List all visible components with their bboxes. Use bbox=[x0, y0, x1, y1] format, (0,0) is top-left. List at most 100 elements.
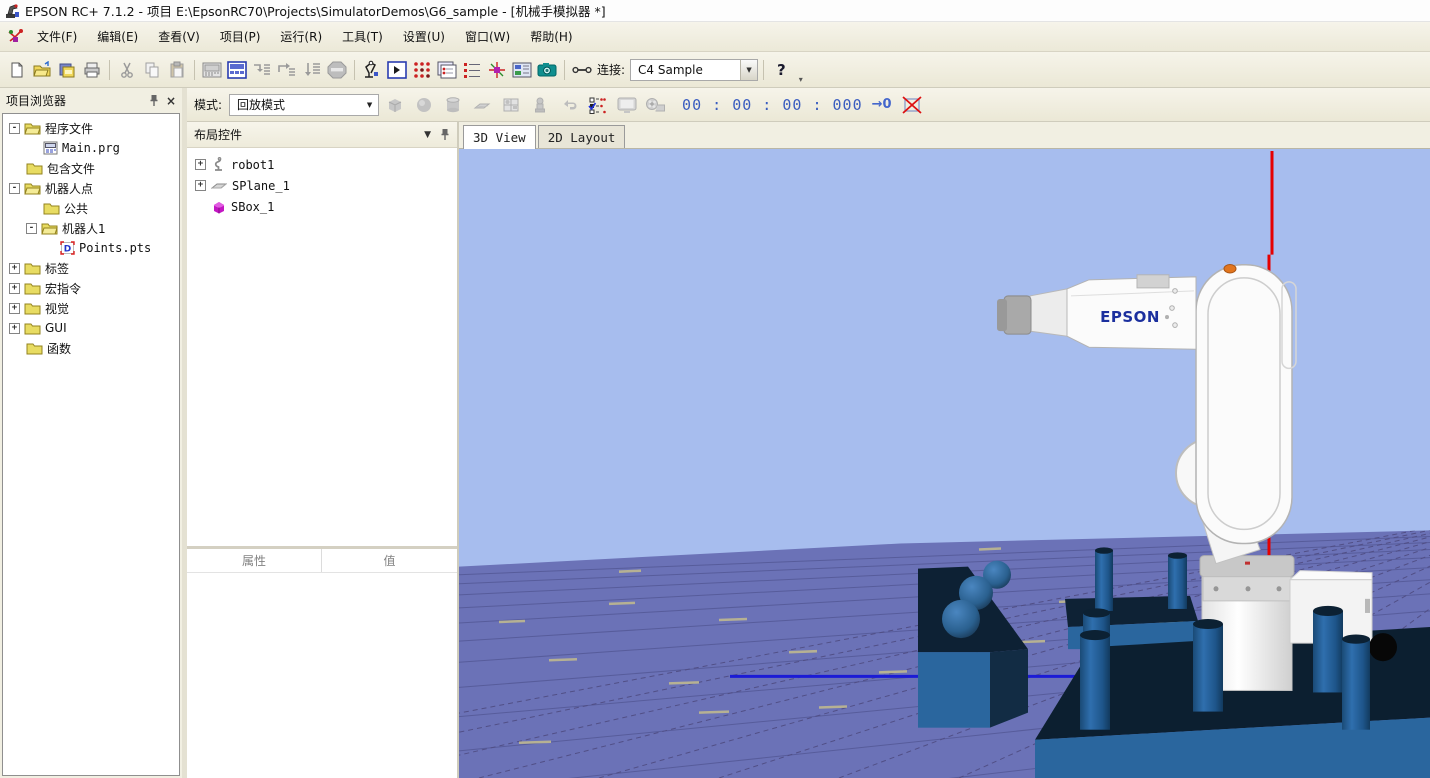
record-video-icon[interactable] bbox=[643, 93, 669, 117]
close-icon[interactable]: × bbox=[166, 94, 176, 108]
step-into-icon[interactable] bbox=[250, 58, 274, 82]
expander-icon[interactable]: - bbox=[9, 183, 20, 194]
black-sphere[interactable] bbox=[1369, 633, 1397, 661]
expander-icon[interactable]: - bbox=[9, 123, 20, 134]
add-sphere-icon[interactable] bbox=[411, 93, 437, 117]
camera-viewer-icon[interactable] bbox=[535, 58, 559, 82]
copy-icon[interactable] bbox=[140, 58, 164, 82]
collision-list-icon[interactable] bbox=[585, 93, 611, 117]
tree-item-functions[interactable]: 函数 bbox=[3, 338, 179, 358]
project-folders-icon[interactable] bbox=[55, 58, 79, 82]
expander-icon[interactable]: + bbox=[195, 159, 206, 170]
tree-item-common[interactable]: 公共 bbox=[3, 198, 179, 218]
open-project-icon[interactable] bbox=[30, 58, 54, 82]
connection-combobox[interactable]: C4 Sample ▼ bbox=[630, 59, 758, 81]
value-column-header: 值 bbox=[322, 549, 457, 572]
status-led bbox=[1224, 265, 1236, 273]
project-tree[interactable]: - 程序文件 Main.prg 包含文件 - 机器人点 公共 bbox=[2, 113, 180, 776]
tree-item-labels[interactable]: + 标签 bbox=[3, 258, 179, 278]
tree-item-points-pts[interactable]: D Points.pts bbox=[3, 238, 179, 258]
add-hand-icon[interactable] bbox=[527, 93, 553, 117]
connect-plug-icon bbox=[570, 58, 594, 82]
tree-item-gui[interactable]: + GUI bbox=[3, 318, 179, 338]
toolbar-separator bbox=[109, 60, 110, 80]
add-box-icon[interactable] bbox=[382, 93, 408, 117]
chevron-down-icon[interactable]: ▼ bbox=[361, 95, 378, 115]
print-icon[interactable] bbox=[80, 58, 104, 82]
menu-view[interactable]: 查看(V) bbox=[148, 23, 210, 50]
simulation-time: 00 : 00 : 00 : 000 bbox=[682, 96, 863, 114]
lcd-panel-icon[interactable] bbox=[225, 58, 249, 82]
tree-item-vision[interactable]: + 视觉 bbox=[3, 298, 179, 318]
toolbar-separator bbox=[194, 60, 195, 80]
step-over-icon[interactable] bbox=[275, 58, 299, 82]
tree-item-program-files[interactable]: - 程序文件 bbox=[3, 118, 179, 138]
scene-3d[interactable]: EPSON bbox=[459, 149, 1430, 778]
menu-help[interactable]: 帮助(H) bbox=[520, 23, 582, 50]
mode-combobox[interactable]: 回放模式 ▼ bbox=[229, 94, 379, 116]
toolbar-overflow-icon[interactable]: ▾ bbox=[795, 75, 807, 84]
expander-icon[interactable]: + bbox=[9, 283, 20, 294]
tree-item-include-files[interactable]: 包含文件 bbox=[3, 158, 179, 178]
layout-item-splane1[interactable]: + SPlane_1 bbox=[187, 175, 457, 196]
layout-item-label: SPlane_1 bbox=[232, 179, 290, 193]
paste-icon[interactable] bbox=[165, 58, 189, 82]
run-window-icon[interactable] bbox=[385, 58, 409, 82]
io-label-editor-icon[interactable] bbox=[510, 58, 534, 82]
add-cylinder-icon[interactable] bbox=[440, 93, 466, 117]
tree-item-robot-points[interactable]: - 机器人点 bbox=[3, 178, 179, 198]
undo-icon[interactable] bbox=[556, 93, 582, 117]
expander-icon[interactable]: + bbox=[9, 323, 20, 334]
tab-2d-layout[interactable]: 2D Layout bbox=[538, 125, 626, 148]
tree-item-macros[interactable]: + 宏指令 bbox=[3, 278, 179, 298]
io-monitor-icon[interactable] bbox=[410, 58, 434, 82]
tree-item-label: 视觉 bbox=[45, 300, 69, 317]
expander-icon[interactable]: + bbox=[9, 303, 20, 314]
delete-marker-icon[interactable] bbox=[899, 93, 925, 117]
tab-3d-view[interactable]: 3D View bbox=[463, 125, 536, 149]
new-document-icon[interactable] bbox=[5, 58, 29, 82]
layout-item-label: SBox_1 bbox=[231, 200, 274, 214]
chevron-down-icon[interactable]: ▼ bbox=[424, 130, 431, 140]
cut-icon[interactable] bbox=[115, 58, 139, 82]
menu-setup[interactable]: 设置(U) bbox=[393, 23, 455, 50]
expander-icon[interactable]: + bbox=[195, 180, 206, 191]
editor-window-icon[interactable] bbox=[200, 58, 224, 82]
pin-icon[interactable] bbox=[440, 128, 450, 141]
expander-icon[interactable]: - bbox=[26, 223, 37, 234]
jump-to-zero-icon[interactable]: →0 bbox=[872, 97, 892, 112]
vision-guide-icon[interactable] bbox=[485, 58, 509, 82]
stop-icon[interactable] bbox=[325, 58, 349, 82]
scene-canvas[interactable]: EPSON bbox=[459, 149, 1430, 778]
menu-tools[interactable]: 工具(T) bbox=[332, 23, 393, 50]
add-plane-icon[interactable] bbox=[469, 93, 495, 117]
layout-item-robot1[interactable]: + robot1 bbox=[187, 154, 457, 175]
folder-icon bbox=[24, 302, 41, 315]
pin-icon[interactable] bbox=[149, 94, 159, 107]
folder-icon bbox=[24, 322, 41, 335]
robot-manager-icon[interactable] bbox=[360, 58, 384, 82]
end-effector-flange[interactable] bbox=[1004, 296, 1031, 334]
expander-icon[interactable]: + bbox=[9, 263, 20, 274]
points-file-icon: D bbox=[60, 241, 75, 255]
tree-item-label: 标签 bbox=[45, 260, 69, 277]
property-table-body[interactable] bbox=[187, 573, 457, 778]
menu-project[interactable]: 项目(P) bbox=[210, 23, 271, 50]
menu-run[interactable]: 运行(R) bbox=[270, 23, 332, 50]
menu-file[interactable]: 文件(F) bbox=[27, 23, 87, 50]
tree-item-main-prg[interactable]: Main.prg bbox=[3, 138, 179, 158]
display-monitor-icon[interactable] bbox=[614, 93, 640, 117]
chevron-down-icon[interactable]: ▼ bbox=[740, 60, 757, 80]
project-explorer-panel: 项目浏览器 × - 程序文件 Main.prg 包含文件 - bbox=[0, 88, 187, 778]
layout-tree[interactable]: + robot1 + SPlane_1 bbox=[187, 148, 457, 549]
task-manager-icon[interactable] bbox=[435, 58, 459, 82]
import-cad-icon[interactable] bbox=[498, 93, 524, 117]
tree-item-robot1-folder[interactable]: - 机器人1 bbox=[3, 218, 179, 238]
command-window-icon[interactable] bbox=[460, 58, 484, 82]
help-button[interactable]: ? bbox=[769, 61, 794, 79]
step-out-icon[interactable] bbox=[300, 58, 324, 82]
menu-window[interactable]: 窗口(W) bbox=[455, 23, 520, 50]
menu-edit[interactable]: 编辑(E) bbox=[87, 23, 148, 50]
layout-item-sbox1[interactable]: SBox_1 bbox=[187, 196, 457, 217]
tree-item-label: 函数 bbox=[47, 340, 71, 357]
